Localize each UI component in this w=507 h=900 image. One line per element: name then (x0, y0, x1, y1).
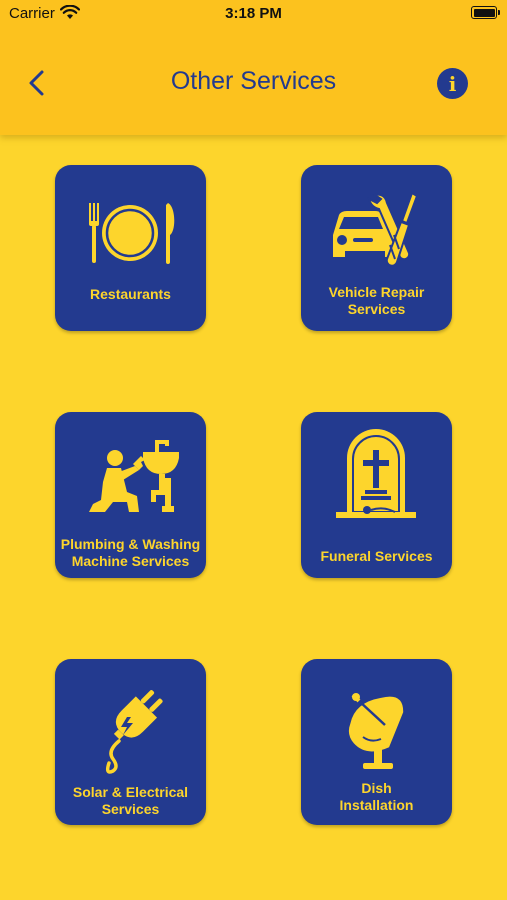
service-label: Restaurants (90, 286, 171, 302)
service-tile-restaurants[interactable]: Restaurants (55, 165, 206, 331)
info-glyph: i (448, 72, 457, 96)
status-bar: Carrier 3:18 PM (0, 0, 507, 28)
service-label: Vehicle Repair Services (328, 284, 425, 317)
page-title: Other Services (170, 67, 337, 95)
service-label: Solar & Electrical Services (72, 784, 189, 817)
service-tile-dish-installation[interactable]: Dish Installation (301, 659, 452, 825)
service-tile-plumbing[interactable]: Plumbing & Washing Machine Services (55, 412, 206, 578)
battery-icon (471, 6, 500, 19)
service-label: Plumbing & Washing Machine Services (60, 536, 201, 569)
service-label: Dish Installation (339, 780, 414, 813)
service-tile-vehicle-repair[interactable]: Vehicle Repair Services (301, 165, 452, 331)
plate-cutlery-icon (89, 203, 175, 264)
status-time: 3:18 PM (225, 5, 282, 22)
header-bar: Carrier 3:18 PM Other Services i (0, 0, 507, 135)
service-tile-solar-electrical[interactable]: Solar & Electrical Services (55, 659, 206, 825)
service-tile-funeral[interactable]: Funeral Services (301, 412, 452, 578)
info-icon[interactable]: i (437, 68, 468, 99)
service-label: Funeral Services (320, 548, 433, 564)
